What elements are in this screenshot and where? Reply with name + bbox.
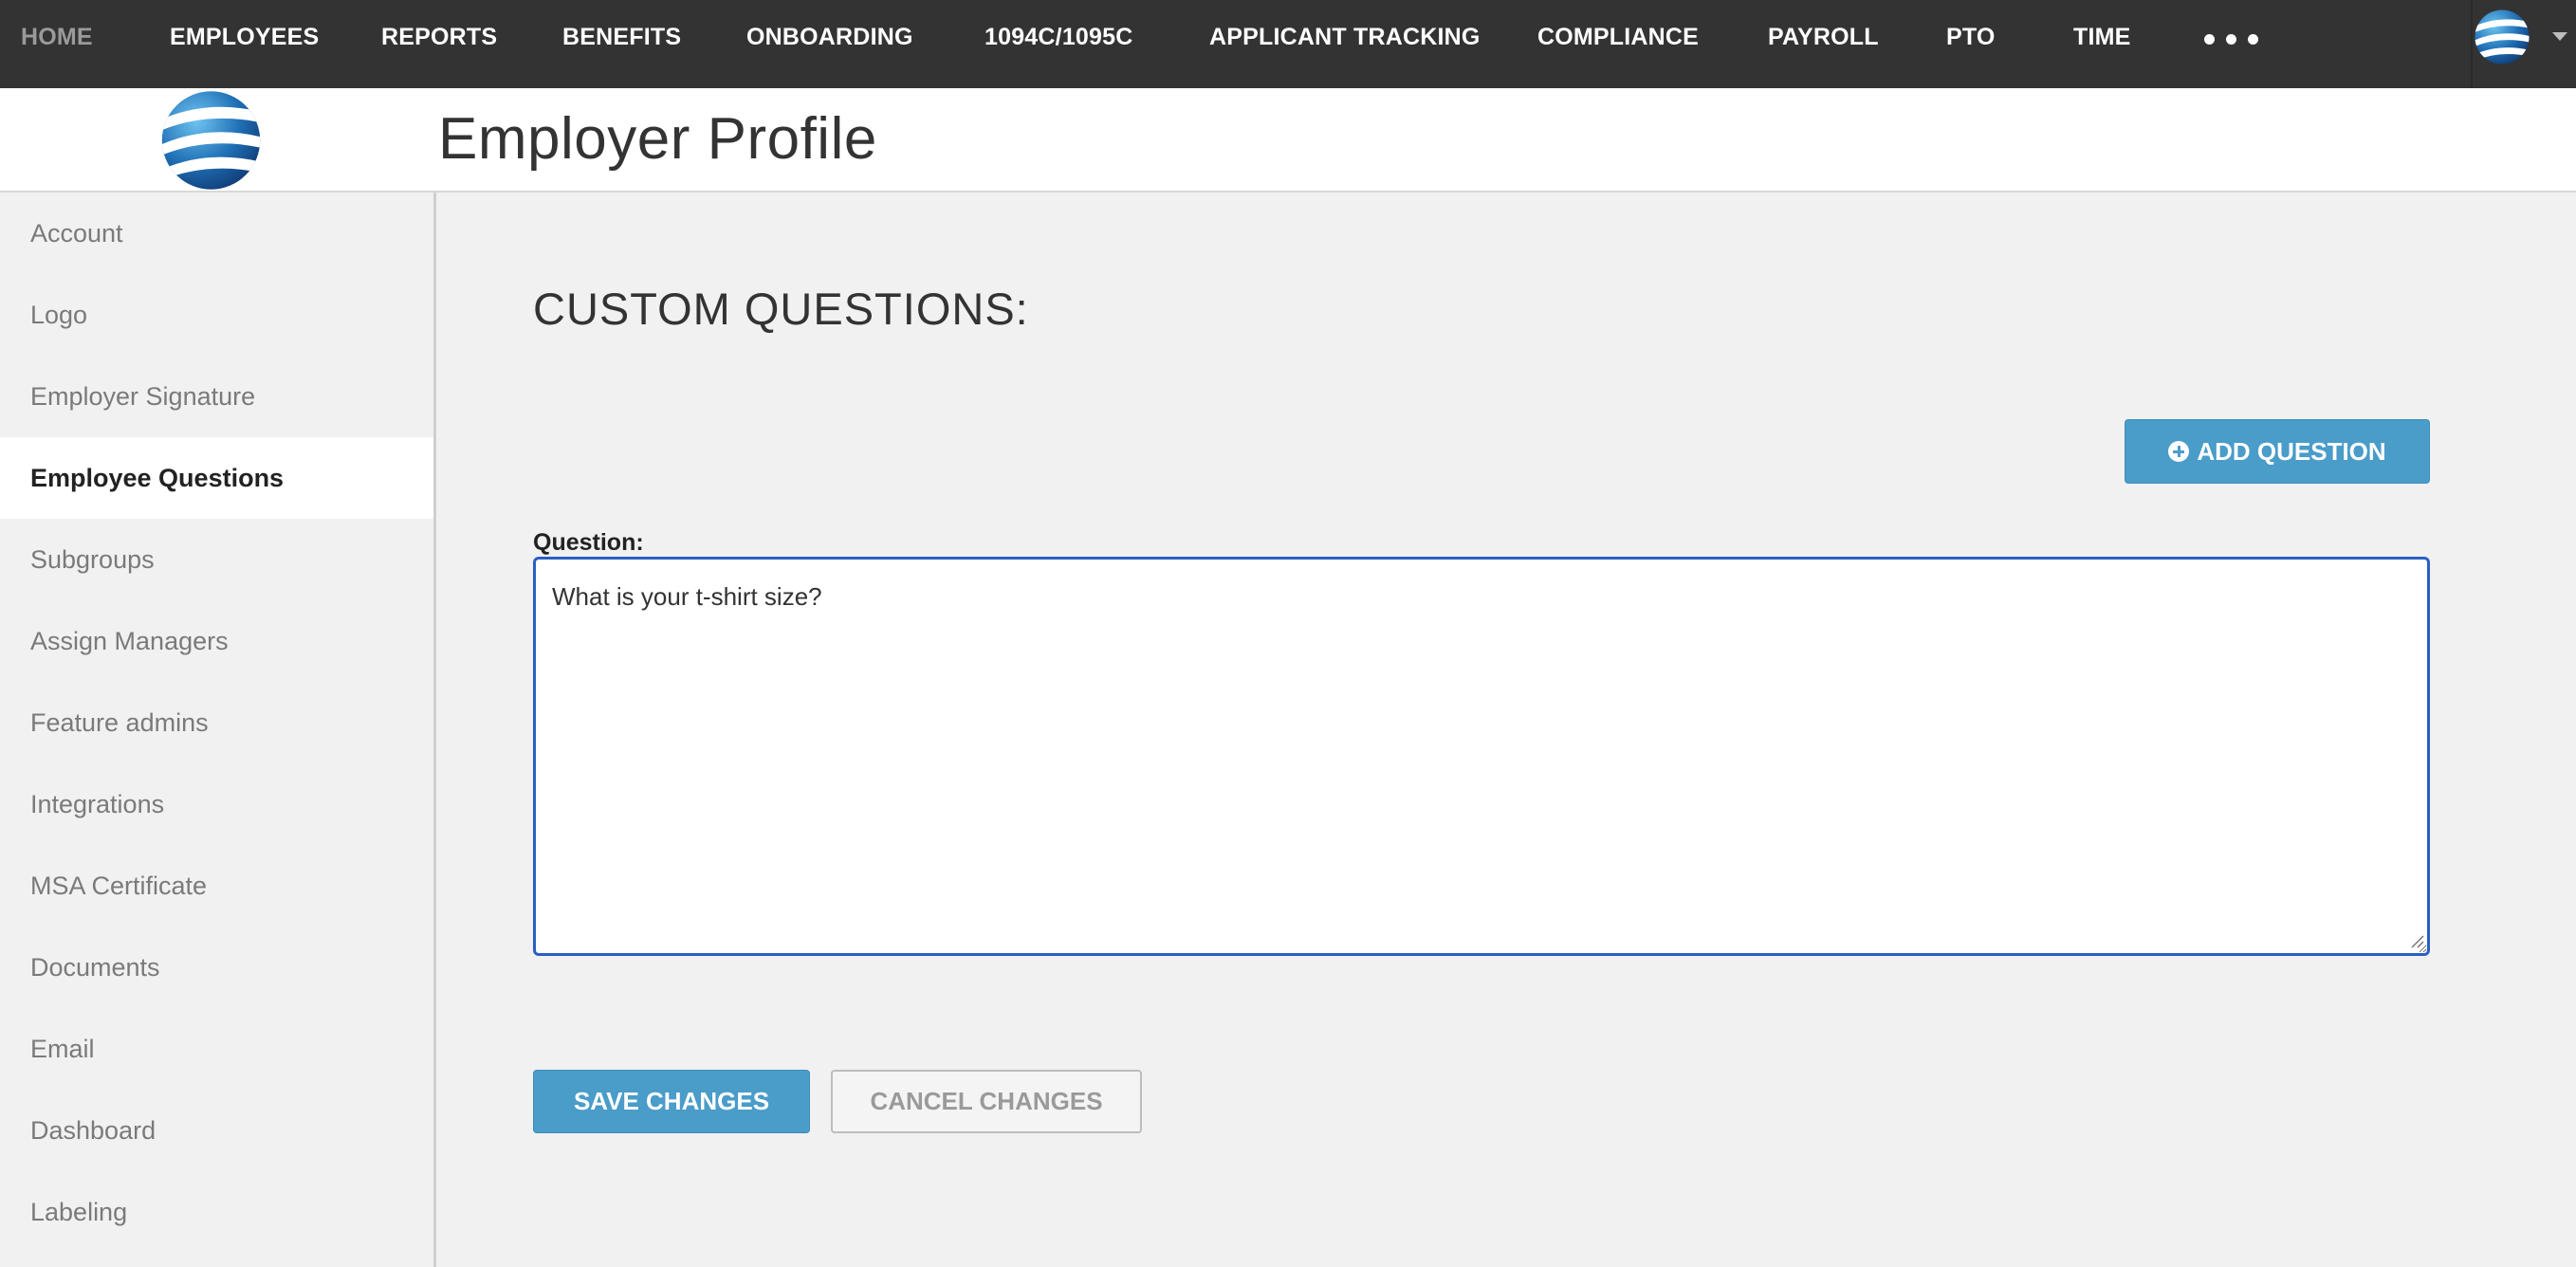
nav-compliance[interactable]: COMPLIANCE: [1537, 0, 1699, 74]
save-changes-button[interactable]: SAVE CHANGES: [533, 1070, 810, 1133]
sidebar-item-employee-questions[interactable]: Employee Questions: [0, 437, 433, 519]
sidebar-item-subgroups[interactable]: Subgroups: [0, 519, 433, 600]
nav-onboarding[interactable]: ONBOARDING: [746, 0, 913, 74]
sidebar-item-assign-managers[interactable]: Assign Managers: [0, 600, 433, 682]
sidebar-item-email[interactable]: Email: [0, 1008, 433, 1090]
nav-benefits[interactable]: BENEFITS: [562, 0, 681, 74]
nav-time[interactable]: TIME: [2073, 0, 2131, 74]
sidebar-item-employer-signature[interactable]: Employer Signature: [0, 356, 433, 437]
page-title: Employer Profile: [438, 106, 877, 172]
sidebar-item-account[interactable]: Account: [0, 193, 433, 274]
sidebar-item-msa-certificate[interactable]: MSA Certificate: [0, 845, 433, 927]
sidebar-item-feature-admins[interactable]: Feature admins: [0, 682, 433, 763]
nav-1094c-1095c[interactable]: 1094C/1095C: [984, 0, 1133, 74]
sidebar-item-logo[interactable]: Logo: [0, 274, 433, 356]
question-textarea[interactable]: What is your t-shirt size?: [533, 557, 2430, 956]
add-question-button[interactable]: ADD QUESTION: [2125, 419, 2430, 484]
globe-logo-icon: [2475, 9, 2530, 64]
plus-circle-icon: [2168, 441, 2190, 462]
sidebar: Account Logo Employer Signature Employee…: [0, 193, 436, 1267]
sidebar-item-dashboard[interactable]: Dashboard: [0, 1090, 433, 1171]
nav-applicant-tracking[interactable]: APPLICANT TRACKING: [1209, 0, 1481, 74]
section-title: CUSTOM QUESTIONS:: [533, 284, 1029, 334]
add-question-label: ADD QUESTION: [2197, 436, 2386, 466]
nav-home[interactable]: HOME: [21, 0, 93, 74]
chevron-down-icon: [2552, 32, 2567, 41]
account-menu[interactable]: [2473, 0, 2576, 74]
page-header: Employer Profile: [0, 88, 2576, 193]
company-logo-globe-icon: [161, 91, 261, 190]
sidebar-item-documents[interactable]: Documents: [0, 927, 433, 1008]
sidebar-item-labeling[interactable]: Labeling: [0, 1171, 433, 1253]
nav-payroll[interactable]: PAYROLL: [1768, 0, 1879, 74]
top-navigation: HOME EMPLOYEES REPORTS BENEFITS ONBOARDI…: [0, 0, 2576, 88]
sidebar-item-integrations[interactable]: Integrations: [0, 763, 433, 845]
nav-employees[interactable]: EMPLOYEES: [170, 0, 319, 74]
question-label: Question:: [533, 529, 644, 556]
more-menu-ellipsis-icon[interactable]: [2204, 34, 2258, 46]
nav-reports[interactable]: REPORTS: [381, 0, 497, 74]
cancel-changes-button[interactable]: CANCEL CHANGES: [831, 1070, 1142, 1133]
nav-pto[interactable]: PTO: [1946, 0, 1996, 74]
